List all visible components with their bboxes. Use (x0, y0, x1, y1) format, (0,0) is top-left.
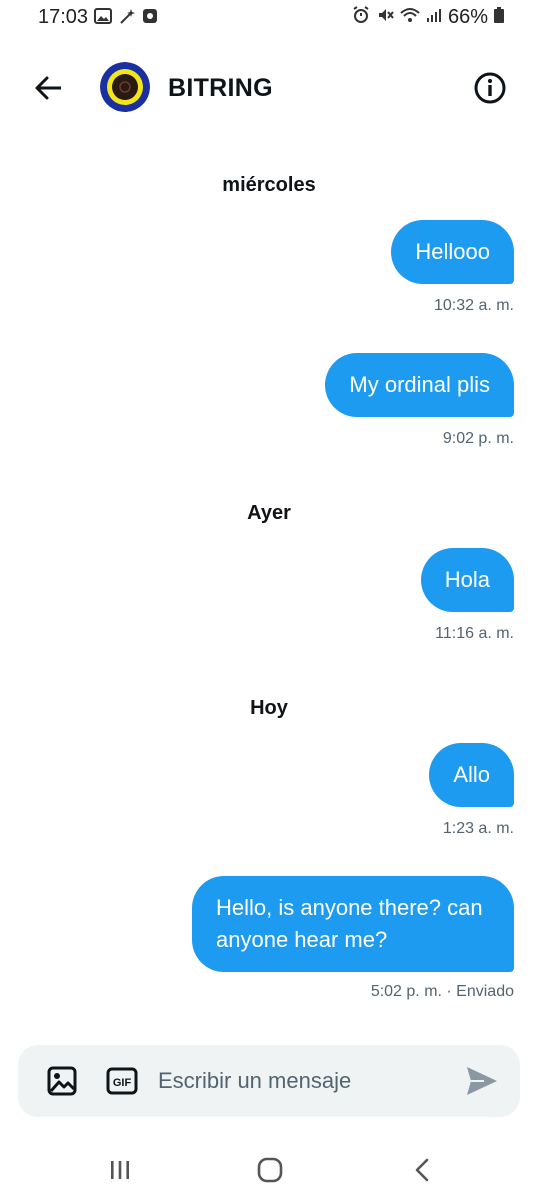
home-icon (257, 1157, 283, 1183)
home-button[interactable] (250, 1150, 290, 1190)
status-right: 66% (352, 6, 504, 29)
battery-level: 66% (447, 6, 488, 28)
mute-icon (376, 6, 394, 29)
system-back-button[interactable] (402, 1150, 442, 1190)
message-bubble[interactable]: Allo (429, 743, 514, 807)
message-bubble[interactable]: My ordinal plis (325, 353, 514, 417)
status-time: 17:03 (38, 6, 89, 28)
send-button[interactable] (464, 1063, 500, 1099)
info-button[interactable] (470, 68, 510, 108)
battery-icon (494, 7, 504, 28)
recent-apps-icon (111, 1161, 129, 1179)
chat-header: BITRING (0, 50, 538, 126)
recent-apps-button[interactable] (100, 1150, 140, 1190)
message-timestamp: 11:16 a. m. (435, 625, 514, 642)
message-input[interactable] (158, 1061, 448, 1101)
image-notification-icon (94, 8, 112, 29)
avatar[interactable] (100, 62, 150, 112)
gif-label: GIF (113, 1077, 132, 1089)
alarm-icon (352, 6, 370, 29)
message-timestamp: 9:02 p. m. (442, 430, 514, 447)
chat-title[interactable]: BITRING (168, 74, 273, 103)
system-nav-bar (0, 1140, 538, 1200)
magic-wand-icon (118, 8, 136, 31)
day-separator: Ayer (247, 502, 291, 524)
day-separator: Hoy (250, 697, 288, 719)
add-photo-button[interactable] (46, 1065, 78, 1097)
message-bubble[interactable]: Hellooo (391, 220, 514, 284)
arrow-left-icon (35, 76, 61, 100)
gif-icon: GIF (106, 1067, 138, 1095)
message-bubble[interactable]: Hola (420, 548, 514, 612)
message-timestamp: 10:32 a. m. (433, 297, 514, 314)
message-list[interactable]: miércoles Hellooo 10:32 a. m. My ordinal… (0, 130, 538, 1030)
send-icon (467, 1067, 497, 1095)
day-separator: miércoles (222, 174, 316, 196)
back-button[interactable] (28, 68, 68, 108)
wifi-icon (400, 7, 420, 28)
image-icon (47, 1066, 77, 1096)
add-gif-button[interactable]: GIF (106, 1067, 138, 1095)
record-icon (142, 8, 158, 29)
message-timestamp: 1:23 a. m. (442, 820, 514, 837)
status-bar: 17:03 66% (0, 0, 538, 34)
signal-icon (426, 7, 442, 28)
chevron-left-icon (415, 1158, 429, 1182)
info-icon (474, 72, 506, 104)
message-bubble[interactable]: Hello, is anyone there? can anyone hear … (192, 876, 514, 972)
message-composer: GIF (18, 1045, 520, 1117)
message-timestamp: 5:02 p. m. · Enviado (370, 983, 514, 1000)
